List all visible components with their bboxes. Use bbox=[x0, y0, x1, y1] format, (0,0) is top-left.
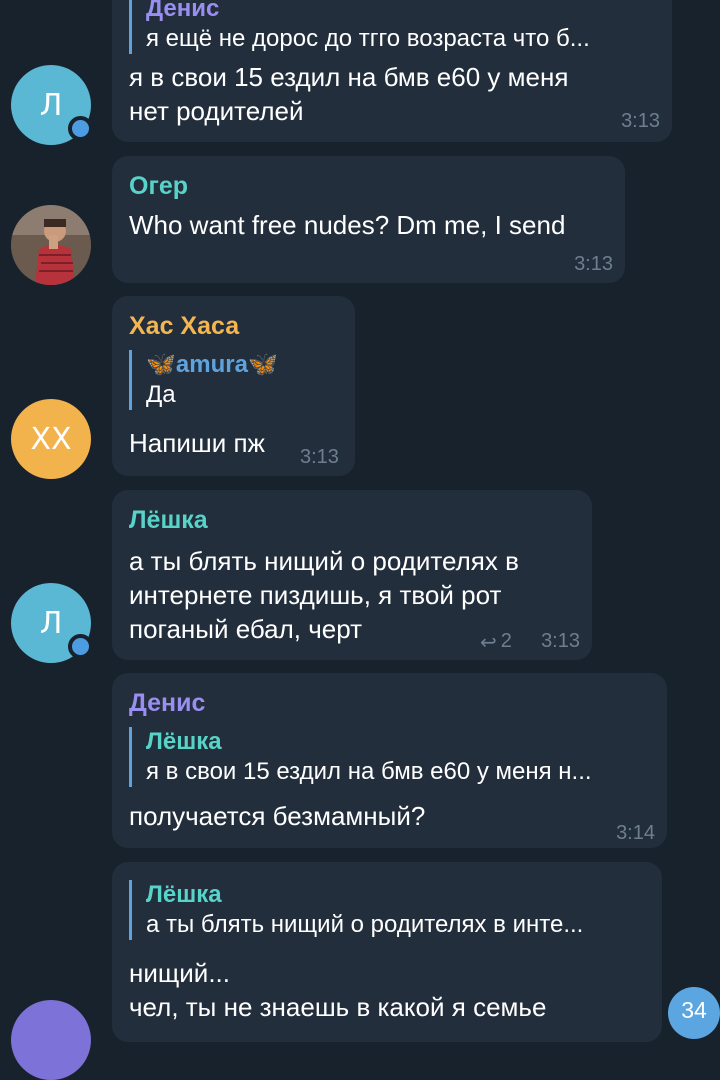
message-time: 3:13 bbox=[621, 110, 660, 132]
reply-arrow-icon: ↩ bbox=[480, 632, 497, 654]
reply-text: я ещё не дорос до тгго возраста что б... bbox=[146, 25, 590, 52]
sender-name[interactable]: Лёшка bbox=[129, 506, 208, 535]
avatar[interactable]: Л bbox=[11, 65, 93, 145]
unread-count-badge[interactable]: 34 bbox=[668, 987, 720, 1039]
message-text: я в свои 15 ездил на бмв е60 у меня bbox=[129, 62, 569, 92]
online-indicator bbox=[68, 116, 93, 141]
message-text: чел, ты не знаешь в какой я семье bbox=[129, 992, 547, 1022]
online-indicator bbox=[68, 634, 93, 659]
avatar[interactable] bbox=[11, 1000, 91, 1080]
message-bubble-5[interactable]: Денис Лёшка я в свои 15 ездил на бмв е60… bbox=[112, 673, 667, 848]
reply-text: я в свои 15 ездил на бмв е60 у меня н... bbox=[146, 758, 592, 785]
message-time: 3:14 bbox=[616, 822, 655, 844]
replies-counter[interactable]: ↩ 2 bbox=[480, 630, 512, 655]
message-text: Напиши пж bbox=[129, 428, 265, 458]
message-bubble-4[interactable]: Лёшка а ты блять нищий о родителях в инт… bbox=[112, 490, 592, 660]
avatar[interactable]: ХХ bbox=[11, 399, 91, 479]
avatar-initials: Л bbox=[39, 605, 63, 641]
reply-quote[interactable]: Лёшка я в свои 15 ездил на бмв е60 у мен… bbox=[129, 727, 592, 787]
message-bubble-1[interactable]: Денис я ещё не дорос до тгго возраста чт… bbox=[112, 0, 672, 142]
reply-author: 🦋amura🦋 bbox=[146, 350, 278, 380]
sender-name[interactable]: Oгер bbox=[129, 172, 188, 201]
message-text: получается безмамный? bbox=[129, 801, 426, 831]
sender-name[interactable]: Хас Хаса bbox=[129, 312, 239, 341]
message-time: 3:13 bbox=[300, 446, 339, 468]
message-text: нет родителей bbox=[129, 96, 304, 126]
user-photo-icon bbox=[11, 205, 91, 285]
reply-author-name: amura bbox=[175, 351, 248, 378]
reply-text: а ты блять нищий о родителях в инте... bbox=[146, 911, 584, 938]
butterfly-icon: 🦋 bbox=[146, 351, 176, 378]
message-text: а ты блять нищий о родителях в bbox=[129, 546, 519, 576]
message-text: Who want free nudes? Dm me, I send bbox=[129, 210, 566, 240]
message-text: интернете пиздишь, я твой рот bbox=[129, 580, 502, 610]
reply-quote[interactable]: 🦋amura🦋 Да bbox=[129, 350, 278, 410]
avatar-initials: ХХ bbox=[30, 421, 72, 457]
message-time: 3:13 bbox=[541, 630, 580, 652]
butterfly-icon: 🦋 bbox=[247, 351, 278, 378]
message-text: поганый ебал, черт bbox=[129, 614, 363, 644]
avatar[interactable]: Л bbox=[11, 583, 93, 663]
reply-quote[interactable]: Лёшка а ты блять нищий о родителях в инт… bbox=[129, 880, 583, 940]
message-bubble-3[interactable]: Хас Хаса 🦋amura🦋 Да Напиши пж 3:13 bbox=[112, 296, 355, 476]
reply-text: Да bbox=[146, 381, 176, 408]
reply-author: Лёшка bbox=[146, 881, 222, 908]
reply-quote[interactable]: Денис я ещё не дорос до тгго возраста чт… bbox=[129, 0, 590, 54]
message-bubble-2[interactable]: Oгер Who want free nudes? Dm me, I send … bbox=[112, 156, 625, 283]
reply-author: Денис bbox=[146, 0, 220, 22]
avatar-initials: Л bbox=[39, 87, 63, 123]
message-time: 3:13 bbox=[574, 253, 613, 275]
avatar-photo[interactable] bbox=[11, 205, 91, 285]
replies-count: 2 bbox=[500, 630, 512, 652]
message-text: нищий... bbox=[129, 958, 230, 988]
sender-name[interactable]: Денис bbox=[129, 689, 205, 718]
message-bubble-6[interactable]: Лёшка а ты блять нищий о родителях в инт… bbox=[112, 862, 662, 1042]
reply-author: Лёшка bbox=[146, 728, 222, 755]
